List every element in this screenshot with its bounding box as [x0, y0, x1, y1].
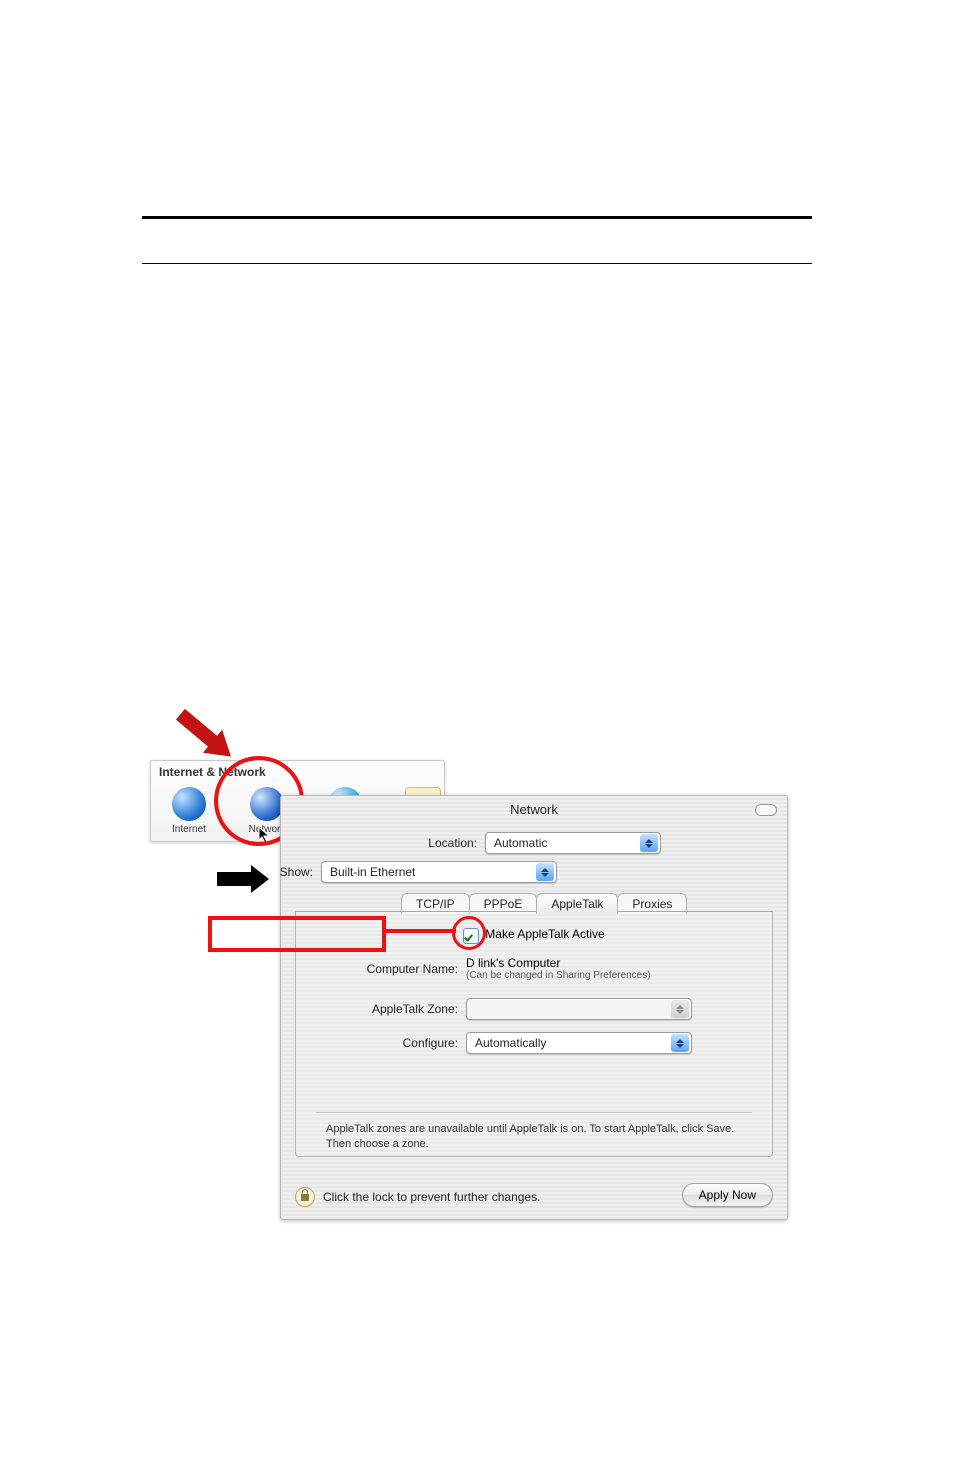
zone-label: AppleTalk Zone: — [296, 1002, 458, 1016]
internet-globe-icon — [172, 787, 206, 821]
location-label: Location: — [407, 836, 477, 850]
show-select[interactable]: Built-in Ethernet — [321, 861, 557, 883]
divider-thick — [142, 216, 812, 219]
lock-text: Click the lock to prevent further change… — [323, 1190, 540, 1204]
make-active-checkbox[interactable] — [463, 928, 479, 944]
location-select[interactable]: Automatic — [485, 832, 661, 854]
divider-thin — [142, 263, 812, 264]
annotation-black-arrow — [217, 865, 269, 893]
show-value: Built-in Ethernet — [330, 865, 415, 879]
computer-name-label: Computer Name: — [296, 962, 458, 976]
zone-note: AppleTalk zones are unavailable until Ap… — [326, 1122, 752, 1152]
annotation-red-arrow — [176, 709, 220, 749]
configure-select[interactable]: Automatically — [466, 1032, 692, 1054]
zone-row: AppleTalk Zone: — [296, 998, 692, 1020]
make-active-row: Make AppleTalk Active — [296, 926, 772, 942]
category-label: Internet — [172, 824, 206, 835]
checkmark-icon — [466, 931, 476, 941]
apply-now-button[interactable]: Apply Now — [682, 1183, 773, 1207]
apply-now-label: Apply Now — [699, 1188, 756, 1202]
pane-title: Network — [281, 802, 787, 817]
network-pref-pane: Network Location: Automatic Show: Built-… — [280, 795, 788, 1220]
location-row: Location: Automatic — [281, 832, 787, 854]
popup-arrows-icon — [536, 863, 554, 881]
zone-note-row: AppleTalk zones are unavailable until Ap… — [326, 1122, 752, 1152]
popup-arrows-icon — [671, 1000, 689, 1018]
show-row: Show: Built-in Ethernet — [281, 861, 787, 883]
computer-name-value: D link's Computer — [466, 956, 651, 970]
show-label: Show: — [267, 865, 313, 879]
popup-arrows-icon — [640, 834, 658, 852]
lock-row[interactable]: Click the lock to prevent further change… — [295, 1187, 540, 1207]
make-active-label: Make AppleTalk Active — [485, 927, 604, 941]
separator — [316, 1112, 752, 1113]
zone-select — [466, 998, 692, 1020]
popup-arrows-icon — [671, 1034, 689, 1052]
category-title: Internet & Network — [159, 765, 266, 779]
configure-value: Automatically — [475, 1036, 546, 1050]
tab-appletalk[interactable]: AppleTalk — [536, 893, 618, 914]
lock-icon — [295, 1187, 315, 1207]
location-value: Automatic — [494, 836, 547, 850]
network-globe-icon — [250, 787, 284, 821]
appletalk-panel: Make AppleTalk Active Computer Name: D l… — [295, 911, 773, 1157]
configure-row: Configure: Automatically — [296, 1032, 692, 1054]
screenshot-stage: Internet & Network Internet Network Quic… — [150, 740, 795, 1220]
toolbar-pill-icon[interactable] — [755, 804, 777, 816]
computer-name-row: Computer Name: D link's Computer (Can be… — [296, 956, 651, 981]
category-item-internet[interactable]: Internet — [161, 787, 217, 837]
computer-name-hint: (Can be changed in Sharing Preferences) — [466, 970, 651, 981]
configure-label: Configure: — [296, 1036, 458, 1050]
